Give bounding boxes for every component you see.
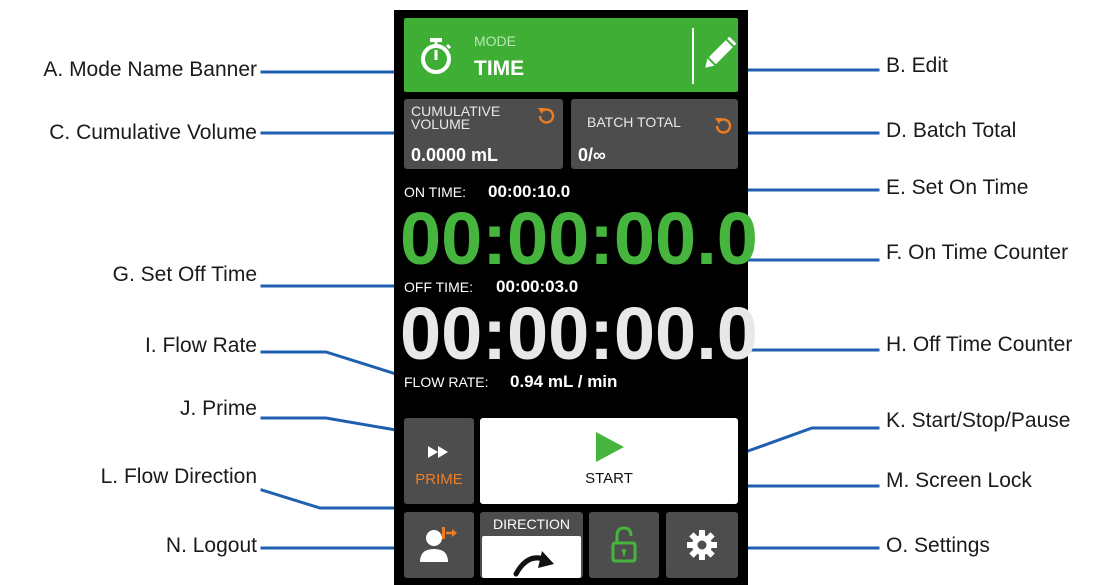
flow-direction-button[interactable] — [482, 536, 581, 578]
mode-name-banner[interactable]: MODE TIME — [404, 18, 738, 92]
flow-direction-control[interactable]: DIRECTION — [480, 512, 583, 578]
callout-set-off-time: G. Set Off Time — [112, 263, 257, 286]
callout-on-time-counter: F. On Time Counter — [886, 241, 1069, 264]
start-stop-pause-button[interactable]: START — [480, 418, 738, 504]
play-icon — [596, 432, 624, 462]
callout-flow-rate: I. Flow Rate — [144, 334, 257, 357]
batch-total-tile[interactable]: BATCH TOTAL 0/∞ — [571, 99, 738, 169]
banner-divider — [692, 28, 694, 84]
callout-screen-lock: M. Screen Lock — [886, 469, 1032, 492]
batch-total-value: 0/∞ — [578, 145, 606, 165]
start-label: START — [585, 470, 633, 487]
off-time-counter: 00:00:00.0 — [400, 292, 758, 375]
pencil-icon — [705, 36, 737, 68]
callout-prime: J. Prime — [179, 397, 257, 420]
clockwise-arrow-icon — [513, 551, 554, 577]
cumulative-volume-label: CUMULATIVE VOLUME — [411, 103, 501, 132]
flow-rate-value[interactable]: 0.94 mL / min — [510, 372, 617, 392]
settings-button[interactable] — [666, 512, 738, 578]
screen-lock-button[interactable] — [589, 512, 659, 578]
batch-total-label: BATCH TOTAL — [587, 114, 681, 130]
direction-label: DIRECTION — [493, 516, 570, 532]
cumulative-volume-value: 0.0000 mL — [411, 145, 499, 165]
reset-icon[interactable] — [535, 105, 557, 127]
callout-flow-direction: L. Flow Direction — [100, 465, 257, 488]
flow-rate-label: FLOW RATE: — [404, 374, 489, 390]
callout-set-on-time: E. Set On Time — [886, 176, 1029, 199]
stopwatch-icon — [421, 38, 452, 74]
fast-forward-icon — [428, 446, 448, 458]
gear-icon — [687, 530, 717, 560]
logout-button[interactable] — [404, 512, 474, 578]
cumulative-volume-tile[interactable]: CUMULATIVE VOLUME 0.0000 mL — [404, 99, 563, 169]
reset-icon[interactable] — [712, 115, 734, 137]
callout-start-stop-pause: K. Start/Stop/Pause — [886, 409, 1071, 432]
unlocked-padlock-icon — [611, 526, 637, 563]
on-time-counter: 00:00:00.0 — [400, 197, 758, 280]
prime-button[interactable]: PRIME — [404, 418, 474, 504]
user-logout-icon — [420, 527, 457, 562]
callout-mode-name-banner: A. Mode Name Banner — [43, 58, 257, 81]
pump-screen: MODE TIME CUMULATIVE VOLUME 0.0000 mL BAT… — [394, 10, 758, 585]
callout-cumulative-volume: C. Cumulative Volume — [49, 121, 257, 144]
callout-off-time-counter: H. Off Time Counter — [886, 333, 1073, 356]
mode-name: TIME — [474, 57, 525, 80]
leader-i — [260, 350, 398, 376]
edit-button[interactable] — [698, 26, 738, 84]
leader-k — [746, 426, 880, 453]
mode-caption: MODE — [474, 33, 516, 49]
leader-j — [260, 416, 398, 432]
callout-batch-total: D. Batch Total — [886, 119, 1017, 142]
prime-label: PRIME — [415, 471, 463, 488]
callout-settings: O. Settings — [886, 534, 990, 557]
callout-edit: B. Edit — [886, 54, 948, 77]
callout-logout: N. Logout — [165, 534, 257, 557]
